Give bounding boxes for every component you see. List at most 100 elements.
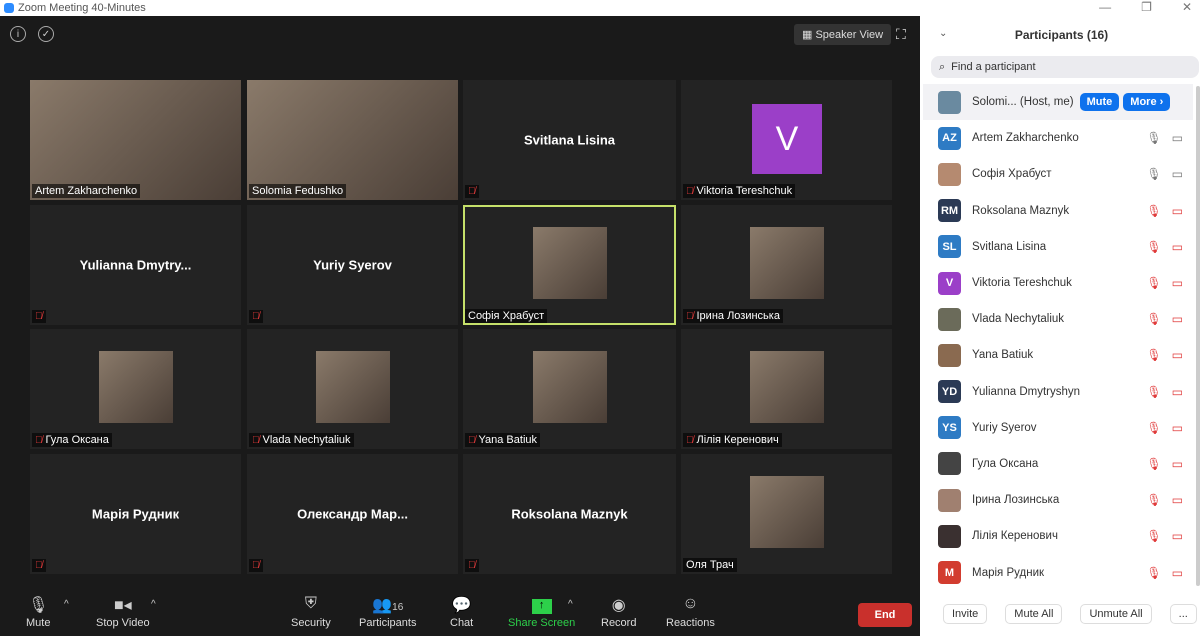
participant-row[interactable]: YS Yuriy Syerov 🎙 ▭ [923,410,1193,446]
video-off-icon: ▭ [1171,348,1183,363]
participant-video [749,351,824,423]
participant-name: Svitlana Lisina [972,240,1047,253]
participants-button[interactable]: 👥16 Participants [359,595,416,629]
info-icon[interactable]: i [10,26,26,42]
participant-row[interactable]: Гула Оксана 🎙 ▭ [923,446,1193,482]
tile-label: 🎙̸ Yana Batiuk [465,433,541,447]
mic-muted-icon: 🎙̸ [35,311,43,322]
video-tile[interactable]: 🎙̸ Ірина Лозинська [681,205,892,325]
participant-name-center: Марія Рудник [91,506,180,522]
mic-muted-icon: 🎙 [1146,239,1162,254]
tile-label: Софія Храбуст [465,309,548,323]
participant-row[interactable]: V Viktoria Tereshchuk 🎙 ▭ [923,265,1193,301]
video-off-icon: ▭ [1171,384,1183,399]
share-screen-icon: ↑ [508,595,575,617]
avatar-initial: V [752,104,822,174]
video-tile[interactable]: 🎙̸ Лілія Керенович [681,329,892,449]
participant-row[interactable]: YD Yulianna Dmytryshyn 🎙 ▭ [923,374,1193,410]
shield-icon[interactable]: ✓ [38,26,54,42]
video-off-icon: ▭ [1171,456,1183,471]
participant-row[interactable]: AZ Artem Zakharchenko 🎙 ▭ [923,120,1193,156]
participants-label: Participants [359,617,417,629]
tile-label: 🎙̸ [465,185,479,198]
security-button[interactable]: ⛨ Security [291,595,331,629]
participant-name: Yana Batiuk [972,349,1034,362]
video-tile[interactable]: Roksolana Maznyk 🎙̸ [463,454,676,574]
stop-video-button[interactable]: ■◂ Stop Video [96,595,150,629]
mute-all-button[interactable]: Mute All [1005,604,1063,624]
minimize-icon[interactable]: — [1099,0,1111,14]
participant-row[interactable]: Yana Batiuk 🎙 ▭ [923,337,1193,373]
avatar: AZ [938,126,961,150]
host-more-button[interactable]: More › [1123,93,1171,112]
participant-row[interactable]: Лілія Керенович 🎙 ▭ [923,518,1193,554]
participant-row[interactable]: SL Svitlana Lisina 🎙 ▭ [923,229,1193,265]
tile-name-label: Yana Batiuk [478,434,538,446]
video-tile[interactable]: Олександр Мар... 🎙̸ [247,454,458,574]
restore-icon[interactable]: ❐ [1141,0,1152,14]
video-tile[interactable]: Svitlana Lisina 🎙̸ [463,80,676,200]
record-button[interactable]: ◉ Record [601,595,636,629]
mic-muted-icon: 🎙̸ [35,560,43,571]
video-tile[interactable]: 🎙̸ Vlada Nechytaliuk [247,329,458,449]
host-mute-button[interactable]: Mute [1079,93,1120,112]
video-tile[interactable]: Софія Храбуст [463,205,676,325]
mic-muted-icon: 🎙 [1146,203,1162,218]
mic-muted-icon: 🎙 [1146,348,1162,363]
participant-video [532,351,607,423]
participant-name: Гула Оксана [972,457,1039,470]
mic-muted-icon: 🎙 [1146,565,1162,580]
window-title: Zoom Meeting 40-Minutes [18,2,146,14]
participant-name: Лілія Керенович [972,530,1058,543]
close-icon[interactable]: ✕ [1182,0,1192,14]
avatar [938,452,961,476]
mic-muted-icon: 🎙 [1146,384,1162,399]
speaker-view-button[interactable]: ▦ Speaker View [794,24,892,45]
participant-video [98,351,173,423]
chat-button[interactable]: 💬 Chat [450,595,473,629]
tile-label: Оля Трач [683,558,737,572]
fullscreen-icon[interactable]: ⛶ [896,26,906,43]
participant-name: Ірина Лозинська [972,494,1060,507]
video-tile[interactable]: V 🎙̸ Viktoria Tereshchuk [681,80,892,200]
participant-row[interactable]: Vlada Nechytaliuk 🎙 ▭ [923,301,1193,337]
video-tile[interactable]: Artem Zakharchenko [30,80,241,200]
participant-row[interactable]: Ірина Лозинська 🎙 ▭ [923,482,1193,518]
record-label: Record [601,617,637,629]
scrollbar[interactable] [1196,86,1200,586]
share-options-caret[interactable]: ^ [568,599,573,610]
participant-search-input[interactable]: ⌕ Find a participant [931,56,1199,78]
video-tile[interactable]: 🎙̸ Гула Оксана [30,329,241,449]
audio-options-caret[interactable]: ^ [64,599,69,610]
video-tile[interactable]: Yulianna Dmytry... 🎙̸ [30,205,241,325]
participant-name: Viktoria Tereshchuk [972,277,1072,290]
video-camera-icon: ▭ [1171,167,1183,182]
tile-label: 🎙̸ Лілія Керенович [683,433,782,447]
mute-button[interactable]: 🎙 Mute [26,595,50,629]
panel-more-button[interactable]: ... [1169,604,1197,624]
participant-row[interactable]: Софія Храбуст 🎙 ▭ [923,156,1193,192]
unmute-all-button[interactable]: Unmute All [1080,604,1152,624]
avatar [938,343,961,367]
participant-row-host[interactable]: Solomi... (Host, me) Mute More › [923,84,1193,121]
video-tile[interactable]: Solomia Fedushko [247,80,458,200]
stop-video-label: Stop Video [96,617,150,629]
reactions-button[interactable]: ☺ Reactions [666,595,715,629]
end-meeting-button[interactable]: End [858,603,912,627]
mic-muted-icon: 🎙 [1146,312,1162,327]
invite-button[interactable]: Invite [943,604,988,624]
share-screen-button[interactable]: ↑ Share Screen [508,595,575,629]
video-tile[interactable]: 🎙̸ Yana Batiuk [463,329,676,449]
video-tile[interactable]: Оля Трач [681,454,892,574]
video-tile[interactable]: Yuriy Syerov 🎙̸ [247,205,458,325]
participant-name-center: Roksolana Maznyk [511,506,628,522]
video-tile[interactable]: Марія Рудник 🎙̸ [30,454,241,574]
video-options-caret[interactable]: ^ [151,599,156,610]
participant-row[interactable]: M Марія Рудник 🎙 ▭ [923,554,1193,590]
tile-name-label: Оля Трач [686,559,734,571]
share-screen-label: Share Screen [508,617,576,629]
security-shield-icon: ⛨ [304,595,317,612]
participant-row[interactable]: RM Roksolana Maznyk 🎙 ▭ [923,193,1193,229]
participant-name: Yulianna Dmytryshyn [972,385,1081,398]
avatar [938,524,961,548]
